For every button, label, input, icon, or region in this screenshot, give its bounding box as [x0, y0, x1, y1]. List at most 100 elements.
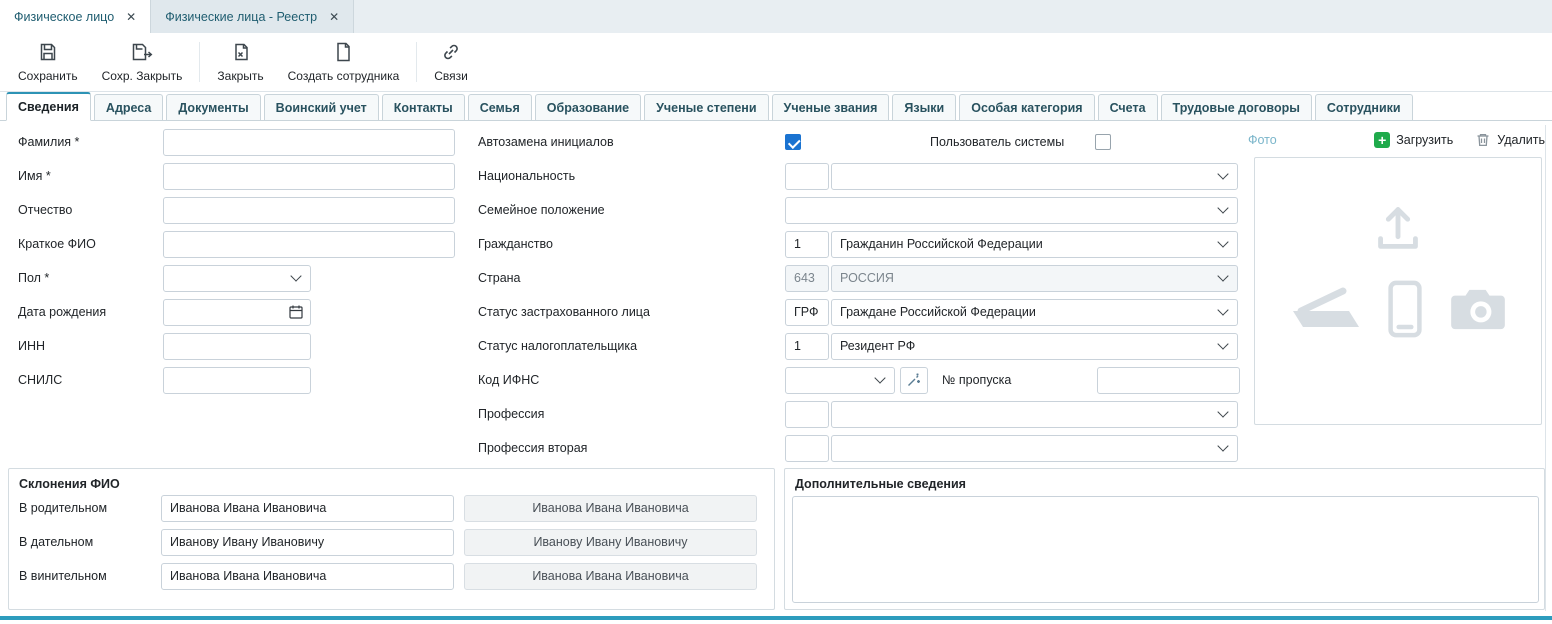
taxpayer-status-label: Статус налогоплательщика	[470, 339, 785, 353]
inn-input[interactable]	[163, 333, 311, 360]
tab-osobaya-kategoriya[interactable]: Особая категория	[959, 94, 1094, 120]
auto-initials-label: Автозамена инициалов	[470, 135, 785, 149]
insured-status-code-input[interactable]	[785, 299, 829, 326]
additional-info-panel: Дополнительные сведения	[784, 468, 1545, 610]
citizenship-label: Гражданство	[470, 237, 785, 251]
smartphone-icon[interactable]	[1387, 280, 1423, 338]
taxpayer-status-select-value: Резидент РФ	[840, 339, 1211, 353]
profession-code-input[interactable]	[785, 401, 829, 428]
marital-status-select[interactable]	[785, 197, 1238, 224]
patronymic-input[interactable]	[163, 197, 455, 224]
save-close-label: Сохр. Закрыть	[102, 69, 183, 83]
field-row: Страна РОССИЯ	[470, 261, 1250, 295]
country-code-input[interactable]	[785, 265, 829, 292]
declensions-panel: Склонения ФИО В родительном Иванова Иван…	[8, 468, 775, 610]
taxpayer-status-select[interactable]: Резидент РФ	[831, 333, 1238, 360]
profession-select[interactable]	[831, 401, 1238, 428]
accusative-suggestion-button[interactable]: Иванова Ивана Ивановича	[464, 563, 757, 590]
tab-uchenye-zvaniya[interactable]: Ученые звания	[772, 94, 890, 120]
lastname-input[interactable]	[163, 129, 455, 156]
window-tab-bar: Физическое лицо ✕ Физические лица - Реес…	[0, 0, 1552, 34]
field-row: Статус налогоплательщика Резидент РФ	[470, 329, 1250, 363]
declension-row: В винительном Иванова Ивана Ивановича	[9, 559, 774, 593]
tab-dokumenty[interactable]: Документы	[166, 94, 260, 120]
citizenship-code-input[interactable]	[785, 231, 829, 258]
panel-right-edge	[1545, 125, 1546, 611]
field-row: Статус застрахованного лица Граждане Рос…	[470, 295, 1250, 329]
scanner-icon[interactable]	[1287, 281, 1363, 337]
close-tab-icon[interactable]: ✕	[126, 10, 136, 24]
profession-second-code-input[interactable]	[785, 435, 829, 462]
close-tab-icon[interactable]: ✕	[329, 10, 339, 24]
tab-uchenye-stepeni[interactable]: Ученые степени	[644, 94, 768, 120]
dative-suggestion-button[interactable]: Иванову Ивану Ивановичу	[464, 529, 757, 556]
save-button[interactable]: Сохранить	[6, 37, 90, 87]
gender-select[interactable]	[163, 265, 311, 292]
tab-voinskiy-uchet[interactable]: Воинский учет	[264, 94, 379, 120]
save-icon	[37, 41, 59, 66]
additional-info-textarea[interactable]	[792, 496, 1539, 603]
tab-scheta[interactable]: Счета	[1098, 94, 1158, 120]
genitive-label: В родительном	[9, 501, 161, 515]
field-row: Профессия	[470, 397, 1250, 431]
additional-info-title: Дополнительные сведения	[785, 477, 1544, 491]
window-tab-person[interactable]: Физическое лицо ✕	[0, 0, 151, 34]
genitive-input[interactable]	[161, 495, 454, 522]
ifns-autofill-button[interactable]	[900, 367, 928, 394]
insured-status-select-value: Граждане Российской Федерации	[840, 305, 1211, 319]
person-card-window: Физическое лицо ✕ Физические лица - Реес…	[0, 0, 1552, 624]
country-select[interactable]: РОССИЯ	[831, 265, 1238, 292]
save-close-button[interactable]: Сохр. Закрыть	[90, 37, 195, 87]
pass-number-input[interactable]	[1097, 367, 1240, 394]
toolbar-separator	[416, 42, 417, 82]
trash-icon	[1475, 132, 1491, 148]
tab-obrazovanie[interactable]: Образование	[535, 94, 641, 120]
profession-second-label: Профессия вторая	[470, 441, 785, 455]
citizenship-select[interactable]: Гражданин Российской Федерации	[831, 231, 1238, 258]
tab-adresa[interactable]: Адреса	[94, 94, 163, 120]
firstname-input[interactable]	[163, 163, 455, 190]
accusative-label: В винительном	[9, 569, 161, 583]
field-row: СНИЛС	[10, 363, 470, 397]
close-button[interactable]: Закрыть	[205, 37, 275, 87]
profession-second-select[interactable]	[831, 435, 1238, 462]
field-row: Семейное положение	[470, 193, 1250, 227]
inn-label: ИНН	[10, 339, 163, 353]
nationality-code-input[interactable]	[785, 163, 829, 190]
photo-delete-button[interactable]: Удалить	[1475, 132, 1545, 148]
system-user-checkbox[interactable]	[1095, 134, 1111, 150]
calendar-icon[interactable]	[288, 304, 304, 320]
tab-sotrudniki[interactable]: Сотрудники	[1315, 94, 1413, 120]
snils-input[interactable]	[163, 367, 311, 394]
dative-input[interactable]	[161, 529, 454, 556]
snils-label: СНИЛС	[10, 373, 163, 387]
create-employee-button[interactable]: Создать сотрудника	[276, 37, 412, 87]
auto-initials-checkbox[interactable]	[785, 134, 801, 150]
photo-drop-area[interactable]	[1254, 157, 1542, 425]
photo-upload-label: Загрузить	[1396, 133, 1453, 147]
tab-svedeniya[interactable]: Сведения	[6, 92, 91, 121]
field-row: Фамилия *	[10, 125, 470, 159]
tab-yazyki[interactable]: Языки	[892, 94, 956, 120]
plus-icon: +	[1374, 132, 1390, 148]
tab-trudovye-dogovory[interactable]: Трудовые договоры	[1161, 94, 1312, 120]
accusative-input[interactable]	[161, 563, 454, 590]
birth-date-input[interactable]	[164, 305, 288, 319]
photo-panel: Фото + Загрузить Удалить	[1248, 125, 1545, 155]
tab-kontakty[interactable]: Контакты	[382, 94, 465, 120]
window-tab-registry[interactable]: Физические лица - Реестр ✕	[151, 0, 354, 33]
insured-status-select[interactable]: Граждане Российской Федерации	[831, 299, 1238, 326]
short-fio-input[interactable]	[163, 231, 455, 258]
links-label: Связи	[434, 69, 468, 83]
camera-icon[interactable]	[1447, 286, 1509, 332]
photo-upload-button[interactable]: + Загрузить	[1374, 132, 1453, 148]
nationality-select[interactable]	[831, 163, 1238, 190]
close-doc-icon	[230, 41, 252, 66]
ifns-code-select[interactable]	[785, 367, 895, 394]
links-button[interactable]: Связи	[422, 37, 480, 87]
taxpayer-status-code-input[interactable]	[785, 333, 829, 360]
field-row: Пол *	[10, 261, 470, 295]
tab-semya[interactable]: Семья	[468, 94, 532, 120]
genitive-suggestion-button[interactable]: Иванова Ивана Ивановича	[464, 495, 757, 522]
chevron-down-icon	[1217, 236, 1228, 247]
